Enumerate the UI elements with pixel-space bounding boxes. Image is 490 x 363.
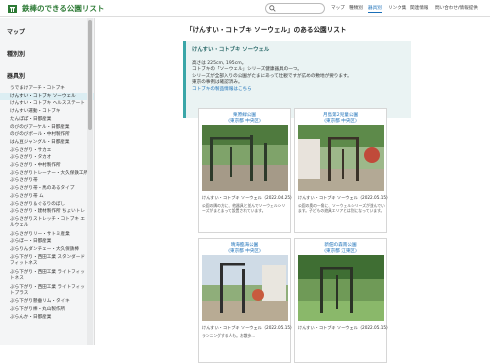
card-meta: けんすい・コトブキ ソーウェル（2022.05.15） [202,325,295,330]
card-description: 公園の奥の一角に、ソーウェルシリーズが並んでいます。子どもの遊具エリアとは別にな… [298,203,385,214]
park-location: (東京都 江東区) [324,249,357,254]
main-content: 「けんすい・コトブキ ソーウェル」のある公園リスト けんすい・コトブキ ソーウェ… [96,18,490,363]
sidebar-item[interactable]: はん豆ジャングル・日都産業 [0,139,94,147]
sidebar-item[interactable]: ぶらさがり・中村製作所 [0,162,94,170]
park-location: (東京都 中央区) [324,119,357,124]
info-title: けんすい・コトブキ ソーウェル [192,47,270,53]
park-card[interactable]: 栗原緑公園 (東京都 中央区) けんすい・コトブキ ソーウェル（2022.04.… [198,108,295,233]
sidebar-item[interactable]: ぶら下がり・西田工業 ライトフィットプラス [0,284,94,299]
card-meta: けんすい・コトブキ ソーウェル（2022.05.15） [298,195,391,200]
sidebar-heading-map[interactable]: マップ [0,27,94,36]
park-photo[interactable] [202,255,288,321]
sidebar-equipment-list: うでまけアーチ・コトブキ けんすい・コトブキ ソーウェル けんすい・コトブキ ヘルス… [0,85,94,321]
sidebar-item[interactable]: ぶらさがり・サカエ [0,147,94,155]
park-photo[interactable] [202,125,288,191]
sidebar: マップ 種別別 器具別 うでまけアーチ・コトブキ けんすい・コトブキ ソーウェルけ… [0,18,95,345]
sidebar-item[interactable]: のびのびポール・中村製作所 [0,131,94,139]
sidebar-scrollbar-thumb[interactable] [88,20,92,130]
park-location: (東京都 中央区) [228,119,261,124]
sidebar-item[interactable]: けんすい・コトブキ ヘルスステート [0,100,94,108]
park-card[interactable]: 新佃の森南公園 (東京都 江東区) けんすい・コトブキ ソーウェル（2022.0… [294,238,391,363]
card-description: ランニングする人も。お散歩… [202,333,256,338]
nav-type[interactable]: 種類別 [349,5,363,11]
sidebar-item[interactable]: ぶらさがり帯 ム [0,193,94,201]
sidebar-item[interactable]: けんすい運動・コトブキ [0,108,94,116]
search-input[interactable] [265,3,325,14]
sidebar-item[interactable]: ぶらぼー・日都産業 [0,238,94,246]
sidebar-item[interactable]: ぶらさがり・タカオ [0,154,94,162]
sidebar-item[interactable]: ぶら下がり・西田工業 スタンダードフィットネス [0,254,94,269]
nav-map[interactable]: マップ [331,5,345,11]
info-box: けんすい・コトブキ ソーウェル 高さは 225cm, 195cm。 コトブキの「… [183,41,411,118]
sidebar-item[interactable]: たんぽぽ・日都産業 [0,116,94,124]
park-photo[interactable] [298,125,384,191]
sidebar-item[interactable]: ぶらさがり帯 [0,177,94,185]
card-meta: けんすい・コトブキ ソーウェル（2022.04.25） [202,195,295,200]
park-logo-icon [8,5,17,13]
sidebar-heading-equipment[interactable]: 器具別 [0,71,94,80]
sidebar-item[interactable]: ぶらんか・日都産業 [0,314,94,322]
nav-links[interactable]: リンク集 [388,5,406,11]
page-title: 「けんすい・コトブキ ソーウェル」のある公園リスト [186,26,347,34]
park-photo[interactable] [298,255,384,321]
sidebar-item[interactable]: ぶらりんダンチェー・大久保鉄棒 [0,246,94,254]
top-bar: 鉄棒のできる公園リスト マップ 種類別 器具別 リンク集 関連情報 問い合わせ/… [0,0,490,17]
sidebar-item[interactable]: けんすい・コトブキ ソーウェル [0,92,94,101]
search-icon [269,5,276,12]
nav-related[interactable]: 関連情報 [410,5,428,11]
sidebar-item[interactable]: ぶらさがりストレッチ・コトブキ エルウェル [0,216,94,231]
sidebar-item[interactable]: ぶら下がり懸垂リム・タイキ [0,298,94,306]
sidebar-item[interactable]: ぶら下がり棒・丸山製作所 [0,306,94,314]
park-location: (東京都 中央区) [228,249,261,254]
maker-info-link[interactable]: コトブキの製品情報はこちら [192,87,405,93]
card-description: 公園の隅の方に、他器具と並んでソーウェルシリーズがまとまって設置されています。 [202,203,286,214]
nav-contact[interactable]: 問い合わせ/情報提供 [435,5,478,11]
sidebar-item[interactable]: うでまけアーチ・コトブキ [0,85,94,93]
sidebar-item[interactable]: ぶらさがり・建材製作所 ちょいトレ [0,208,94,216]
sidebar-heading-type[interactable]: 種別別 [0,49,94,58]
nav-equipment[interactable]: 器具別 [368,5,382,13]
sidebar-item[interactable]: ぶらさがり＆ぐるりのぼし [0,201,94,209]
site-title[interactable]: 鉄棒のできる公園リスト [22,3,104,14]
park-card[interactable]: 月島第2児童公園 (東京都 中央区) けんすい・コトブキ ソーウェル（2022.… [294,108,391,233]
sidebar-item[interactable]: ぶらさがりリー・サトミ産業 [0,231,94,239]
sidebar-item[interactable]: のびのびアーケル・日都産業 [0,124,94,132]
card-meta: けんすい・コトブキ ソーウェル（2022.05.15） [298,325,391,330]
sidebar-item[interactable]: ぶら下がり・西田工業 ライトフィットネス [0,269,94,284]
park-card[interactable]: 晴海臨海公園 (東京都 中央区) けんすい・コトブキ ソーウェル（2022.05… [198,238,295,363]
sidebar-item[interactable]: ぶらさがり帯・馬のあるタイプ [0,185,94,193]
sidebar-item[interactable]: ぶらさがりトレーナー・大久保鉄工所 [0,170,94,178]
